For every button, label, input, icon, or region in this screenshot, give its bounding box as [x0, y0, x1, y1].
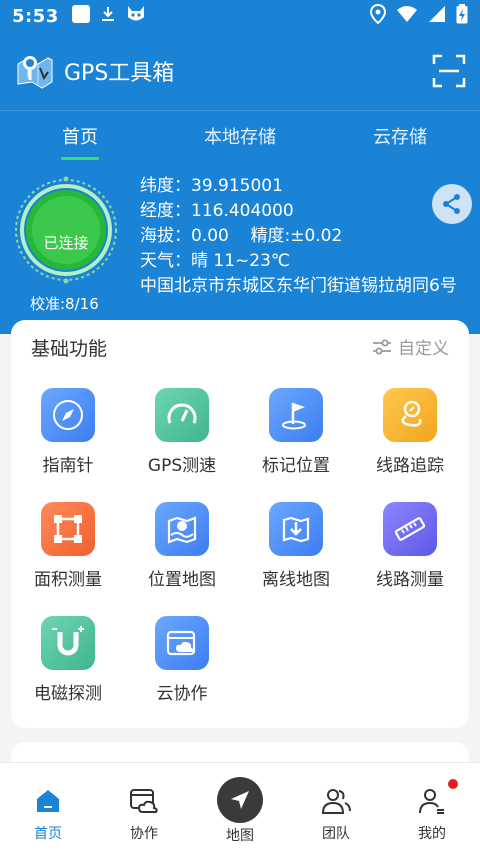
- magnet-icon: [41, 616, 95, 670]
- function-gps-speed[interactable]: GPS测速: [125, 388, 239, 476]
- function-compass[interactable]: 指南针: [11, 388, 125, 476]
- flag-icon: [269, 388, 323, 442]
- function-area-measure[interactable]: 面积测量: [11, 502, 125, 590]
- ruler-icon: [383, 502, 437, 556]
- longitude-text: 经度：116.404000: [140, 201, 294, 221]
- function-label: 线路测量: [376, 570, 444, 590]
- function-offline-map[interactable]: 离线地图: [239, 502, 353, 590]
- route-track-icon: [383, 388, 437, 442]
- share-icon: [443, 194, 460, 214]
- home-icon: [32, 785, 64, 817]
- nav-label: 我的: [418, 826, 446, 842]
- profile-icon: [416, 785, 448, 817]
- function-label: 指南针: [42, 456, 94, 476]
- basic-functions-card: 基础功能 自定义 指南针 GPS测速 标记位置 线路追踪 面积测量 位置地图 离…: [11, 320, 469, 728]
- calibration-text: 校准:8/16: [30, 295, 99, 313]
- function-label: GPS测速: [147, 456, 217, 476]
- offline-map-icon: [269, 502, 323, 556]
- scan-icon[interactable]: [432, 54, 466, 88]
- sliders-icon: [373, 339, 391, 354]
- location-map-icon: [155, 502, 209, 556]
- latitude-text: 纬度：39.915001: [140, 176, 283, 196]
- customize-label: 自定义: [398, 339, 449, 359]
- function-label: 位置地图: [148, 570, 216, 590]
- tab-local-storage[interactable]: 本地存储: [160, 111, 320, 160]
- nav-label: 地图: [226, 828, 254, 844]
- function-route-tracking[interactable]: 线路追踪: [353, 388, 467, 476]
- cat-face-icon: [125, 4, 147, 28]
- nav-map[interactable]: 地图: [192, 763, 288, 853]
- bottom-nav: 首页 协作 地图 团队 我的: [0, 762, 480, 853]
- top-tabs: 首页 本地存储 云存储: [0, 110, 480, 160]
- collab-icon: [128, 785, 160, 817]
- function-label: 电磁探测: [34, 684, 102, 704]
- address-text: 中国北京市东城区东华门街道锡拉胡同6号: [140, 276, 457, 296]
- share-button[interactable]: [432, 184, 472, 224]
- navigation-arrow-icon: [217, 777, 263, 823]
- nav-collab[interactable]: 协作: [96, 763, 192, 853]
- section-title: 基础功能: [31, 338, 108, 360]
- download-icon: [99, 5, 117, 27]
- status-time: 5:53: [12, 5, 59, 27]
- function-label: 离线地图: [262, 570, 330, 590]
- wifi-icon: [396, 5, 418, 27]
- gps-info: 纬度：39.915001 经度：116.404000 海拔：0.00 精度:±0…: [140, 174, 472, 299]
- location-icon: [369, 3, 387, 28]
- function-label: 面积测量: [34, 570, 102, 590]
- nav-team[interactable]: 团队: [288, 763, 384, 853]
- cloud-collab-icon: [155, 616, 209, 670]
- altitude-accuracy-text: 海拔：0.00 精度:±0.02: [140, 226, 343, 246]
- status-bar: 5:53: [0, 0, 480, 32]
- function-route-measure[interactable]: 线路测量: [353, 502, 467, 590]
- function-em-detect[interactable]: 电磁探测: [11, 616, 125, 704]
- nav-profile[interactable]: 我的: [384, 763, 480, 853]
- tab-home[interactable]: 首页: [0, 111, 160, 160]
- function-cloud-collab[interactable]: 云协作: [125, 616, 239, 704]
- gps-status-panel: 已连接 校准:8/16 纬度：39.915001 经度：116.404000 海…: [0, 160, 480, 334]
- nav-label: 协作: [130, 826, 158, 842]
- compass-icon: [41, 388, 95, 442]
- function-location-map[interactable]: 位置地图: [125, 502, 239, 590]
- app-bar: GPS工具箱: [0, 32, 480, 110]
- notification-badge: [448, 779, 458, 789]
- weather-text: 天气：晴 11~23℃: [140, 251, 291, 271]
- battery-icon: [456, 4, 468, 28]
- nav-home[interactable]: 首页: [0, 763, 96, 853]
- app-title: GPS工具箱: [64, 61, 175, 86]
- square-notification-icon: [71, 4, 91, 28]
- nav-label: 首页: [34, 826, 62, 842]
- function-label: 标记位置: [262, 456, 330, 476]
- area-measure-icon: [41, 502, 95, 556]
- nav-label: 团队: [322, 826, 350, 842]
- tab-cloud-storage[interactable]: 云存储: [320, 111, 480, 160]
- customize-button[interactable]: 自定义: [372, 334, 449, 359]
- speedometer-icon: [155, 388, 209, 442]
- signal-icon: [428, 5, 446, 27]
- connection-ring-icon: [15, 176, 117, 284]
- app-logo: [14, 50, 56, 92]
- function-mark-location[interactable]: 标记位置: [239, 388, 353, 476]
- connection-status: 已连接: [43, 234, 89, 252]
- function-label: 云协作: [156, 684, 208, 704]
- team-icon: [320, 785, 352, 817]
- function-label: 线路追踪: [376, 456, 444, 476]
